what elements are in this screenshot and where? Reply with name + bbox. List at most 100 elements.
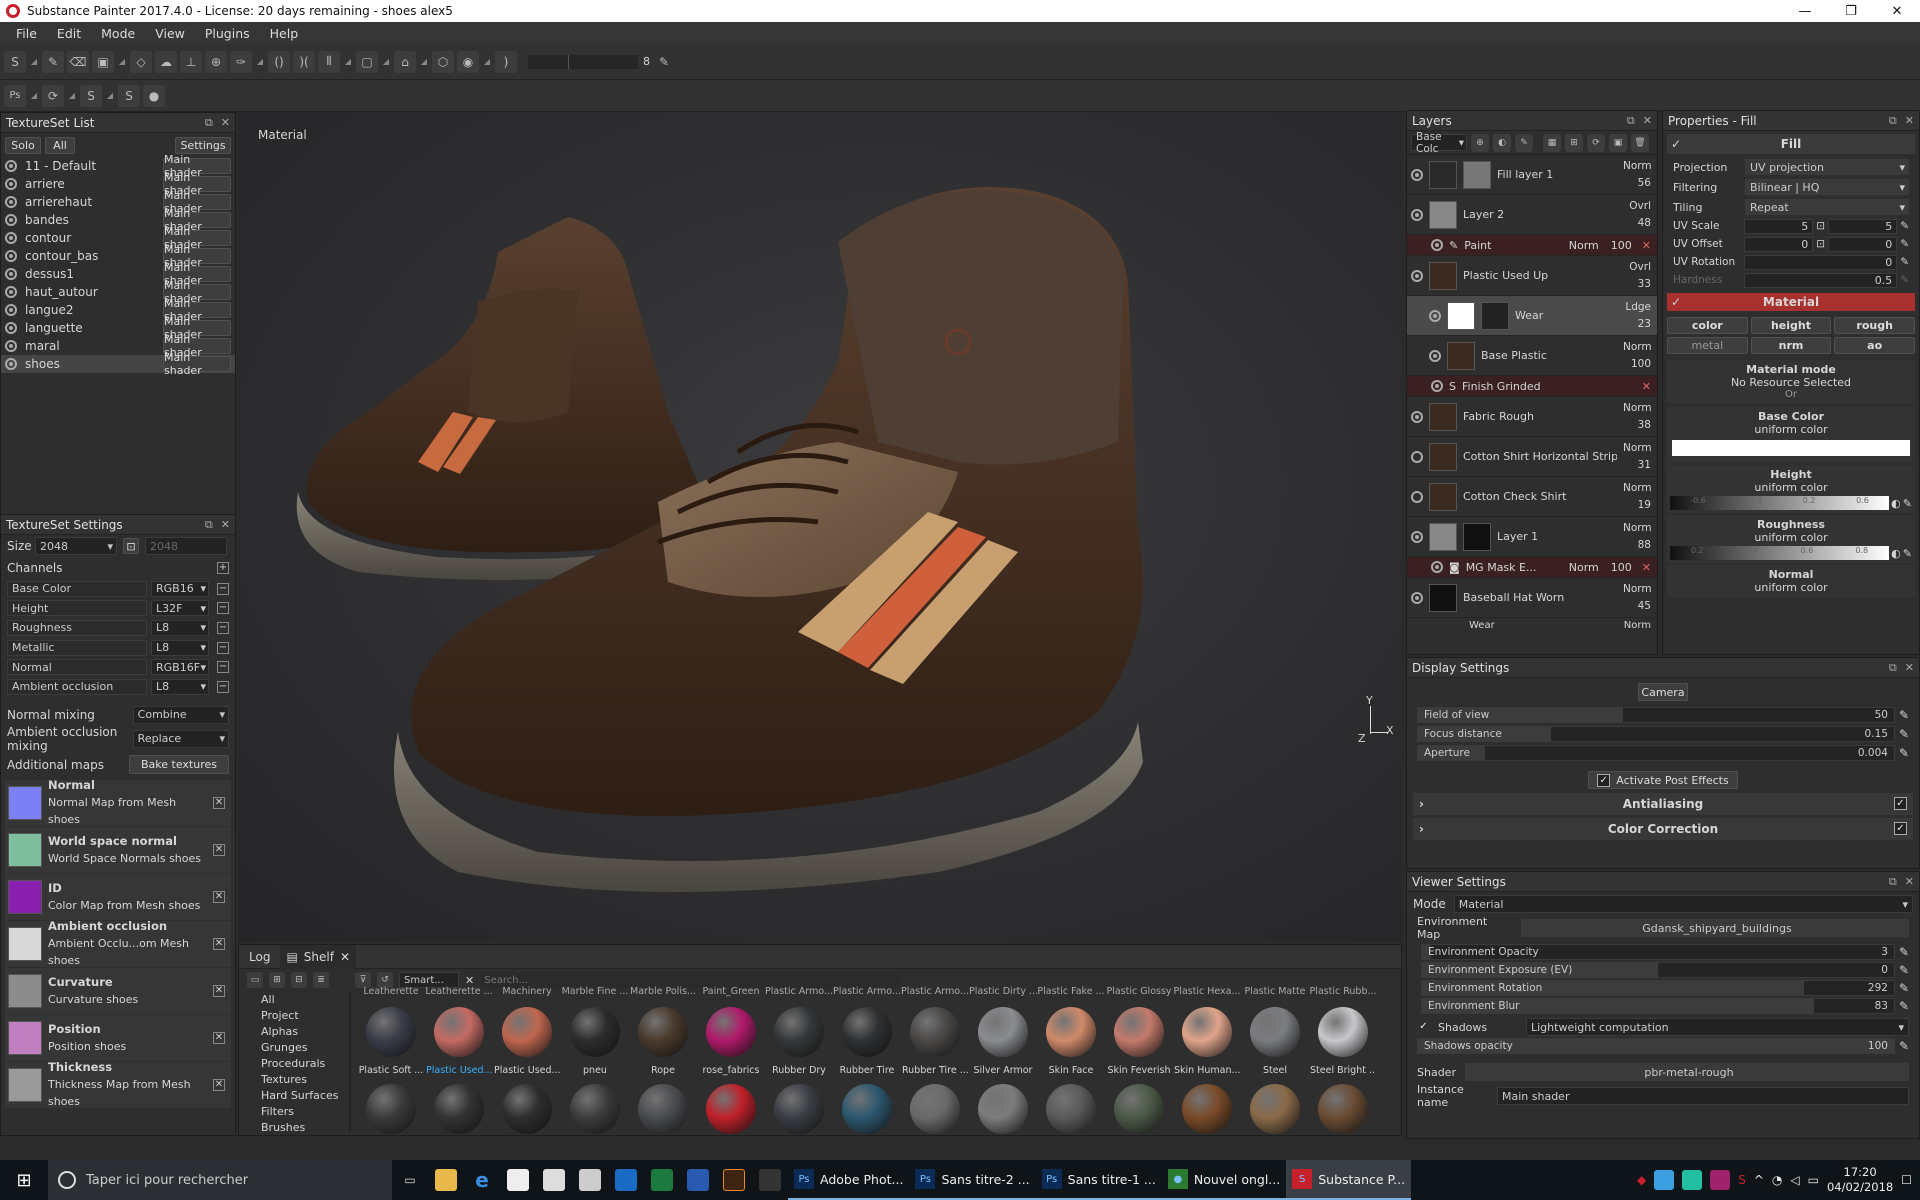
menu-view[interactable]: View: [145, 26, 195, 41]
layer-opacity[interactable]: 100: [1623, 356, 1651, 373]
layer-opacity[interactable]: 48: [1623, 215, 1651, 232]
close-panel-icon[interactable]: ✕: [1905, 661, 1914, 675]
baked-map-row[interactable]: Curvature Curvature shoes ✕: [5, 967, 231, 1014]
shelf-material-item[interactable]: [901, 1080, 969, 1134]
layer-effect-row[interactable]: ◙ MG Mask E... Norm 100 ✕: [1407, 557, 1657, 578]
activate-post-effects-checkbox[interactable]: ✓ Activate Post Effects: [1588, 771, 1738, 789]
store-icon[interactable]: [500, 1160, 536, 1200]
shelf-material-item[interactable]: [1037, 1080, 1105, 1134]
remove-effect-icon[interactable]: ✕: [1642, 239, 1657, 252]
add-paint-icon[interactable]: ✎: [1515, 133, 1533, 152]
visibility-eye-icon[interactable]: [5, 196, 17, 208]
shelf-category[interactable]: Grunges: [261, 1041, 351, 1057]
layer-opacity[interactable]: 38: [1623, 417, 1651, 434]
shelf-material-item[interactable]: Rubber Tire: [833, 1001, 901, 1076]
visibility-eye-icon[interactable]: [5, 214, 17, 226]
channel-format-dropdown[interactable]: RGB16F ▾: [151, 659, 209, 676]
layer-row[interactable]: Fabric Rough Norm 38: [1407, 397, 1657, 437]
minimize-button[interactable]: —: [1782, 4, 1828, 19]
windows-start-icon[interactable]: ⊞: [0, 1160, 48, 1200]
channel-name-field[interactable]: Height: [7, 600, 147, 617]
edit-icon[interactable]: ✎: [1903, 497, 1912, 510]
baked-map-row[interactable]: Position Position shoes ✕: [5, 1014, 231, 1061]
shelf-material-item[interactable]: [357, 1080, 425, 1134]
tray-volume-icon[interactable]: ◁: [1790, 1173, 1799, 1187]
layer-visibility-icon[interactable]: [1411, 410, 1423, 423]
visibility-eye-icon[interactable]: [5, 286, 17, 298]
baked-map-row[interactable]: Normal Normal Map from Mesh shoes ✕: [5, 778, 231, 826]
add-folder-icon[interactable]: ▣: [1609, 133, 1627, 152]
shelf-material-item[interactable]: [765, 1080, 833, 1134]
edit-icon[interactable]: ✎: [653, 51, 675, 73]
clone-stamp-icon[interactable]: ⊥: [180, 50, 202, 73]
close-panel-icon[interactable]: ✕: [221, 518, 230, 532]
edit-icon[interactable]: ✎: [1899, 1039, 1909, 1053]
shelf-material-item[interactable]: Rubber Dry: [765, 1001, 833, 1076]
layer-opacity[interactable]: 56: [1623, 175, 1651, 192]
all-button[interactable]: All: [45, 136, 75, 154]
tray-chevron-icon[interactable]: ^: [1754, 1173, 1764, 1187]
uv-rotation-field[interactable]: 0: [1744, 254, 1898, 270]
layer-blend-mode[interactable]: Norm: [1623, 520, 1652, 537]
layer-row[interactable]: Base Plastic Norm 100: [1407, 336, 1657, 376]
uv-offset-field[interactable]: 0: [1744, 236, 1814, 252]
tiling-dropdown[interactable]: Repeat ▾: [1745, 199, 1909, 215]
antialiasing-checkbox[interactable]: ✓: [1894, 797, 1907, 810]
remove-effect-icon[interactable]: ✕: [1642, 380, 1657, 393]
effect-visibility-icon[interactable]: [1431, 239, 1443, 251]
tray-redshift-icon[interactable]: ◆: [1637, 1173, 1646, 1187]
iray-icon[interactable]: ●: [143, 84, 165, 107]
shadows-dropdown[interactable]: Lightweight computation ▾: [1526, 1018, 1909, 1036]
shelf-material-item[interactable]: [969, 1080, 1037, 1134]
tray-keyboard-icon[interactable]: ▭: [1808, 1173, 1819, 1187]
layer-row[interactable]: Layer 1 Norm 88: [1407, 517, 1657, 557]
channel-format-dropdown[interactable]: L8 ▾: [151, 678, 209, 695]
lazy-mouse-icon[interactable]: ): [495, 50, 517, 73]
shelf-material-item[interactable]: [1105, 1080, 1173, 1134]
material-picker-icon[interactable]: ⊕: [205, 50, 227, 73]
baked-map-row[interactable]: ID Color Map from Mesh shoes ✕: [5, 873, 231, 920]
edit-icon[interactable]: ✎: [1899, 708, 1909, 722]
material-mode-value[interactable]: No Resource Selected: [1670, 376, 1912, 389]
channel-format-dropdown[interactable]: L8 ▾: [151, 619, 209, 636]
layer-blend-mode[interactable]: Norm: [1623, 158, 1652, 175]
edit-icon[interactable]: ✎: [1899, 981, 1909, 995]
layer-row[interactable]: Cotton Check Shirt Norm 19: [1407, 477, 1657, 517]
layer-opacity[interactable]: 88: [1623, 537, 1651, 554]
visibility-eye-icon[interactable]: [5, 268, 17, 280]
log-tab[interactable]: Log: [239, 950, 280, 964]
edit-icon[interactable]: ✎: [1900, 220, 1909, 232]
edit-icon[interactable]: ✎: [1899, 999, 1909, 1013]
layer-blend-mode[interactable]: Norm: [1623, 581, 1652, 598]
viewport-3d[interactable]: Material Y X Z: [238, 112, 1402, 942]
undock-icon[interactable]: ⧉: [205, 116, 213, 130]
layer-opacity[interactable]: 23: [1623, 316, 1651, 333]
layer-blend-mode[interactable]: Norm: [1623, 480, 1652, 497]
normal-mixing-dropdown[interactable]: Combine ▾: [132, 705, 229, 724]
shelf-material-item[interactable]: rose_fabrics: [697, 1001, 765, 1076]
uv-offset-field-2[interactable]: 0: [1828, 236, 1898, 252]
channel-format-dropdown[interactable]: L8 ▾: [151, 639, 209, 656]
layer-row[interactable]: Fill layer 1 Norm 56: [1407, 155, 1657, 195]
randomize-icon[interactable]: ◐: [1891, 547, 1901, 560]
camera-button[interactable]: Camera: [1638, 683, 1688, 701]
shelf-category[interactable]: Project: [261, 1009, 351, 1025]
layer-blend-mode[interactable]: Norm: [1624, 620, 1657, 631]
base-color-swatch[interactable]: [1672, 440, 1910, 456]
shelf-tab[interactable]: ▤ Shelf ✕: [280, 944, 357, 969]
substance-source-icon[interactable]: S: [118, 84, 140, 107]
visibility-eye-icon[interactable]: [5, 340, 17, 352]
layer-row[interactable]: Wear Norm: [1407, 618, 1657, 632]
effect-visibility-icon[interactable]: [1431, 380, 1443, 392]
textureset-row[interactable]: shoes Main shader: [1, 351, 235, 377]
layer-blend-mode[interactable]: Norm: [1623, 400, 1652, 417]
shelf-material-item[interactable]: Plastic Used...: [425, 1001, 493, 1076]
shelf-category[interactable]: All: [261, 993, 351, 1009]
link-size-icon[interactable]: ⊡: [123, 538, 139, 554]
tray-substance-icon[interactable]: S: [1738, 1173, 1746, 1187]
undock-icon[interactable]: ⧉: [1889, 875, 1897, 889]
roughness-slider[interactable]: 0.2 0.4 0.6 0.8: [1670, 546, 1890, 560]
menu-help[interactable]: Help: [260, 26, 309, 41]
edit-icon[interactable]: ✎: [1903, 547, 1912, 560]
lock-icon[interactable]: ⊡: [1816, 220, 1825, 232]
